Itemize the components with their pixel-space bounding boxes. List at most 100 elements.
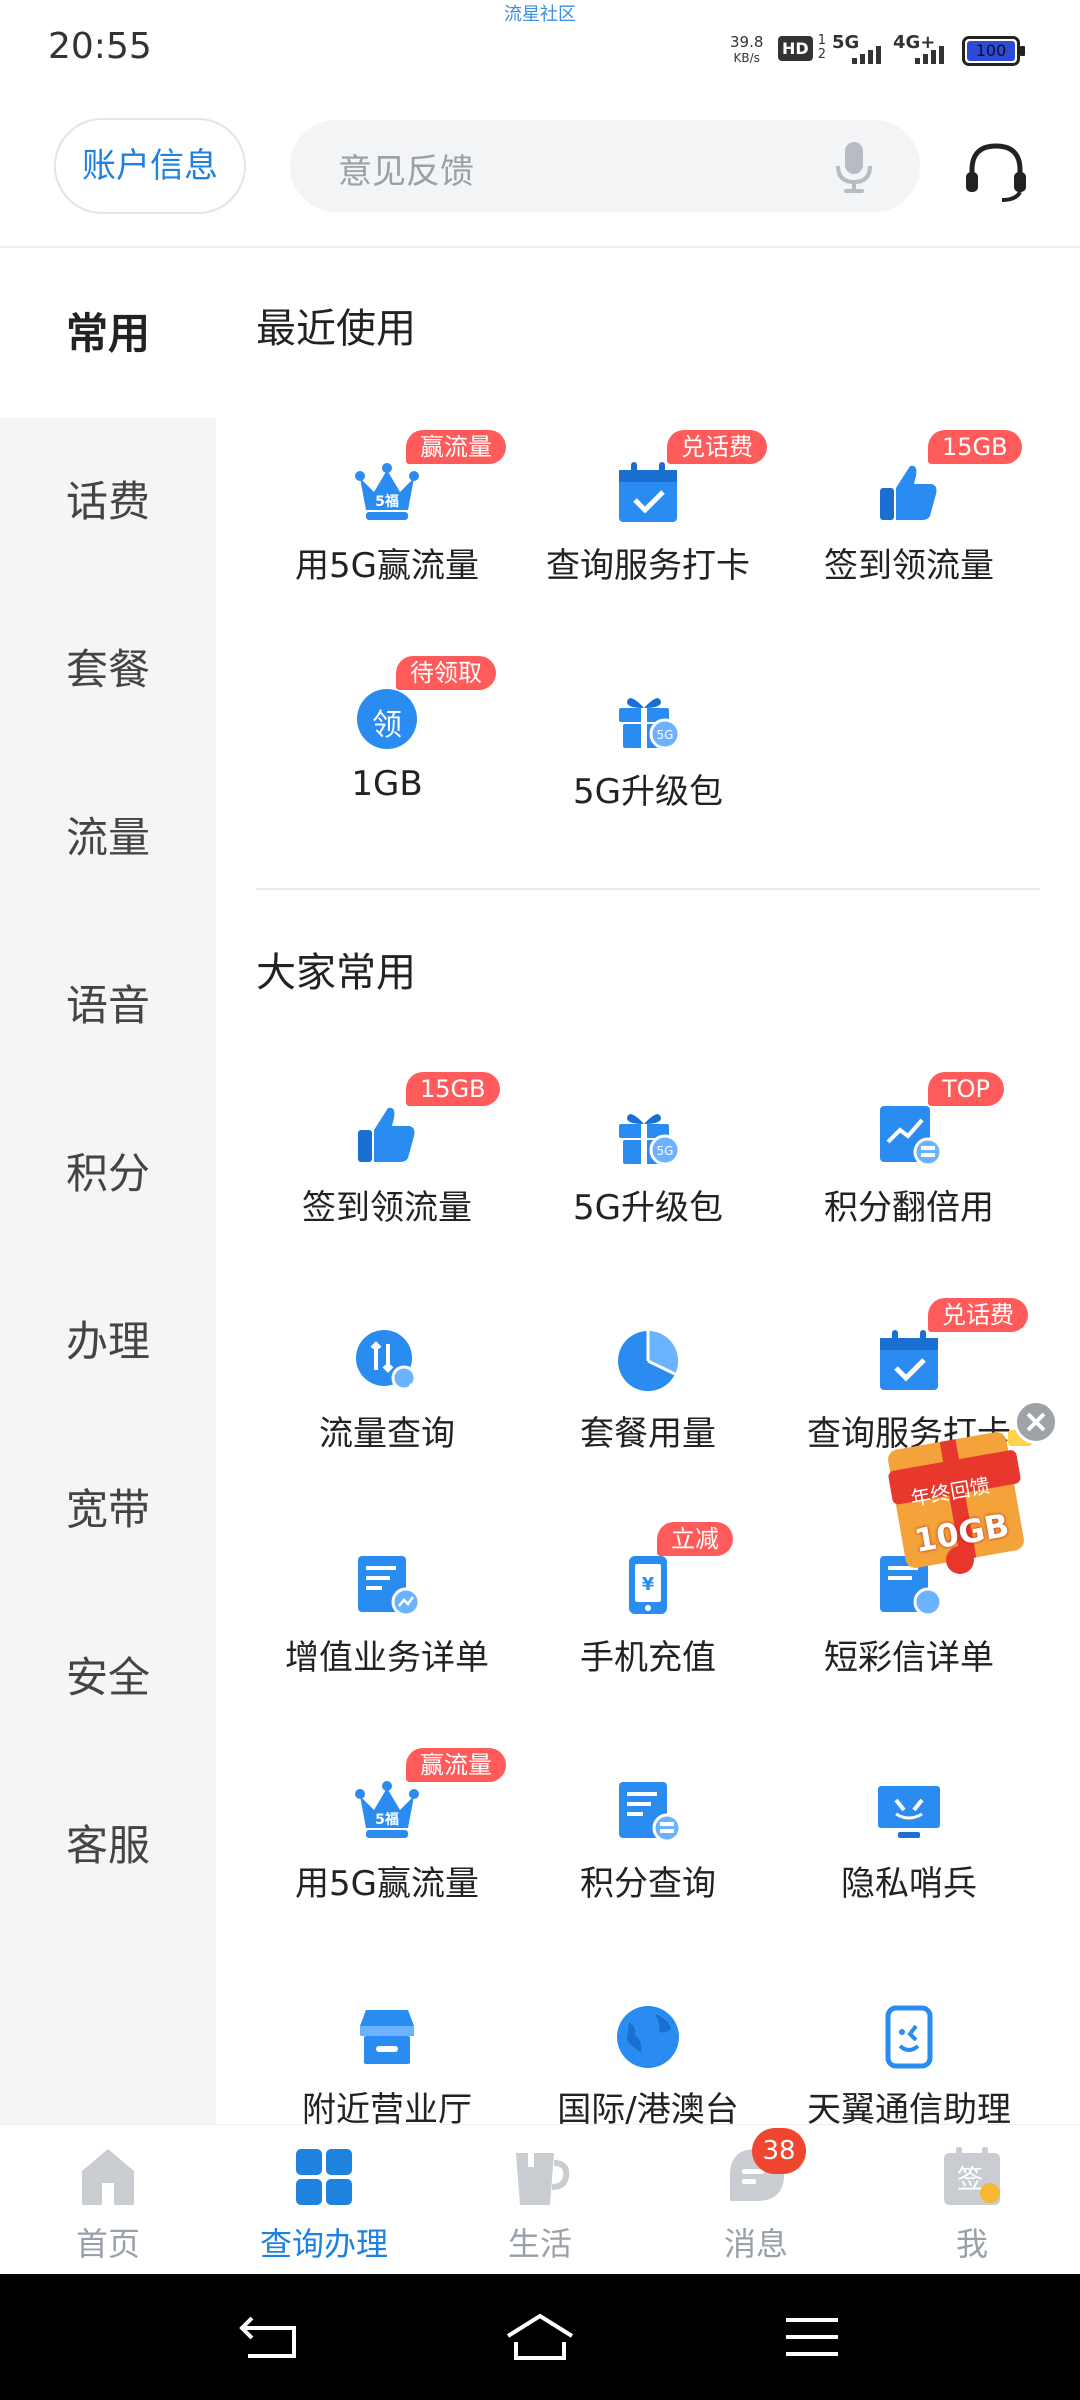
globe-icon [617,2006,679,2068]
sidebar-item-security[interactable]: 安全 [0,1594,216,1762]
common-tile-vas-detail[interactable]: 增值业务详单 [256,1522,518,1722]
common-tile-5g-win-data[interactable]: 5福 赢流量 用5G赢流量 [256,1748,518,1948]
thumbs-up-icon [358,1107,415,1162]
common-tile-data-query[interactable]: 流量查询 [256,1298,518,1498]
search-placeholder: 意见反馈 [338,152,474,192]
recent-tile-1gb[interactable]: 领 待领取 1GB [256,656,518,856]
sidebar-item-voice[interactable]: 语音 [0,922,216,1090]
tile-label: 流量查询 [319,1414,455,1454]
status-top-text: 流星社区 [504,4,576,25]
tile-label: 积分翻倍用 [824,1188,994,1228]
crown-5g-icon: 5福 [355,463,419,520]
sidebar-item-points[interactable]: 积分 [0,1090,216,1258]
thumbs-up-icon [880,465,937,520]
gift-5g-icon: 5G [619,698,681,750]
home-nav-icon[interactable] [504,2312,576,2362]
tab-label: 生活 [507,2225,572,2263]
tile-label: 手机充值 [580,1638,716,1678]
home-icon [82,2149,134,2205]
signal-bars-2-icon [915,46,944,64]
svg-text:5福: 5福 [375,493,399,510]
tile-label: 套餐用量 [580,1414,716,1454]
recent-tile-5g-win-data[interactable]: 5福 赢流量 用5G赢流量 [256,430,518,630]
points-document-icon [619,1782,681,1843]
common-tile-tianyi-assistant[interactable]: 天翼通信助理 [778,1974,1040,2124]
tile-label: 短彩信详单 [824,1638,994,1678]
section-divider [256,888,1040,890]
message-count-badge: 38 [752,2128,806,2174]
common-tile-points-double[interactable]: TOP 积分翻倍用 [778,1072,1040,1272]
tab-label: 查询办理 [259,2225,388,2263]
common-tile-nearby-store[interactable]: 附近营业厅 [256,1974,518,2124]
sidebar-item-data[interactable]: 流量 [0,754,216,922]
tile-label: 积分查询 [580,1864,716,1904]
grid-icon [296,2149,352,2205]
tile-badge: 赢流量 [406,1748,506,1782]
tile-label: 签到领流量 [824,546,994,586]
back-icon[interactable] [238,2312,302,2362]
common-tile-5g-upgrade[interactable]: 5G 5G升级包 [517,1072,779,1272]
sidebar-item-broadband[interactable]: 宽带 [0,1426,216,1594]
cup-icon [516,2147,570,2205]
tab-label: 首页 [75,2225,140,2263]
tile-label: 1GB [351,764,423,804]
svg-text:5福: 5福 [375,1811,399,1828]
tab-life[interactable]: 生活 [432,2125,648,2275]
common-tile-privacy-sentinel[interactable]: 隐私哨兵 [778,1748,1040,1948]
microphone-icon[interactable] [832,140,876,194]
status-bar: 流星社区 20:55 39.8 KB/s HD 1 2 5G 4G+ 100 [0,0,1080,100]
sidebar-item-plan[interactable]: 套餐 [0,586,216,754]
calendar-check-icon [880,1330,938,1390]
search-input[interactable]: 意见反馈 [290,120,920,212]
tile-label: 附近营业厅 [302,2090,472,2124]
network-speed-value: 39.8 [730,33,764,51]
tile-label: 签到领流量 [302,1188,472,1228]
common-tile-points-query[interactable]: 积分查询 [517,1748,779,1948]
sidebar-item-handle[interactable]: 办理 [0,1258,216,1426]
assistant-phone-icon [885,2005,933,2069]
common-tile-international[interactable]: 国际/港澳台 [517,1974,779,2124]
battery-level: 100 [967,41,1015,61]
sidebar-item-phone-bill[interactable]: 话费 [0,418,216,586]
tile-badge: 待领取 [396,656,496,690]
close-icon [1026,1412,1046,1432]
sidebar-item-common[interactable]: 常用 [0,250,216,418]
tile-badge: 兑话费 [928,1298,1028,1332]
tile-label: 5G升级包 [573,772,723,812]
system-navigation-bar [0,2274,1080,2400]
recent-tile-checkin-data[interactable]: 15GB 签到领流量 [778,430,1040,630]
header: 账户信息 意见反馈 [0,100,1080,248]
tile-label: 国际/港澳台 [557,2090,739,2124]
menu-icon[interactable] [784,2312,840,2362]
privacy-monitor-icon [878,1786,940,1838]
svg-text:5G: 5G [657,728,674,742]
tab-me[interactable]: 签 我 [864,2125,1080,2275]
network-speed-unit: KB/s [733,51,760,65]
common-tile-checkin-data[interactable]: 15GB 签到领流量 [256,1072,518,1272]
data-query-icon [356,1330,418,1392]
common-tile-phone-recharge[interactable]: ¥ 立减 手机充值 [517,1522,779,1722]
common-section-title: 大家常用 [256,950,416,996]
battery-icon: 100 [962,36,1025,66]
recent-tile-5g-upgrade[interactable]: 5G 5G升级包 [517,656,779,856]
sidebar-item-customer-service[interactable]: 客服 [0,1762,216,1930]
signal-bars-1-icon [852,46,881,64]
promo-close-button[interactable] [1014,1400,1058,1444]
tile-badge: 立减 [657,1522,733,1556]
tile-label: 隐私哨兵 [841,1864,977,1904]
recent-section-title: 最近使用 [256,306,416,352]
document-chart-icon [358,1556,420,1617]
recent-tile-service-checkin[interactable]: 兑话费 查询服务打卡 [517,430,779,630]
crown-5g-icon: 5福 [355,1781,419,1838]
tab-home[interactable]: 首页 [0,2125,216,2275]
store-icon [360,2010,414,2064]
account-info-button[interactable]: 账户信息 [54,118,246,214]
status-time: 20:55 [48,26,152,67]
network-speed: 39.8 KB/s [730,34,763,66]
category-sidebar: 常用 话费 套餐 流量 语音 积分 办理 宽带 安全 客服 [0,250,216,2124]
tab-query-handle[interactable]: 查询办理 [216,2125,432,2275]
tile-badge: 15GB [928,430,1022,464]
common-tile-plan-usage[interactable]: 套餐用量 [517,1298,779,1498]
tile-label: 用5G赢流量 [295,1864,479,1904]
customer-service-icon[interactable] [960,136,1032,208]
